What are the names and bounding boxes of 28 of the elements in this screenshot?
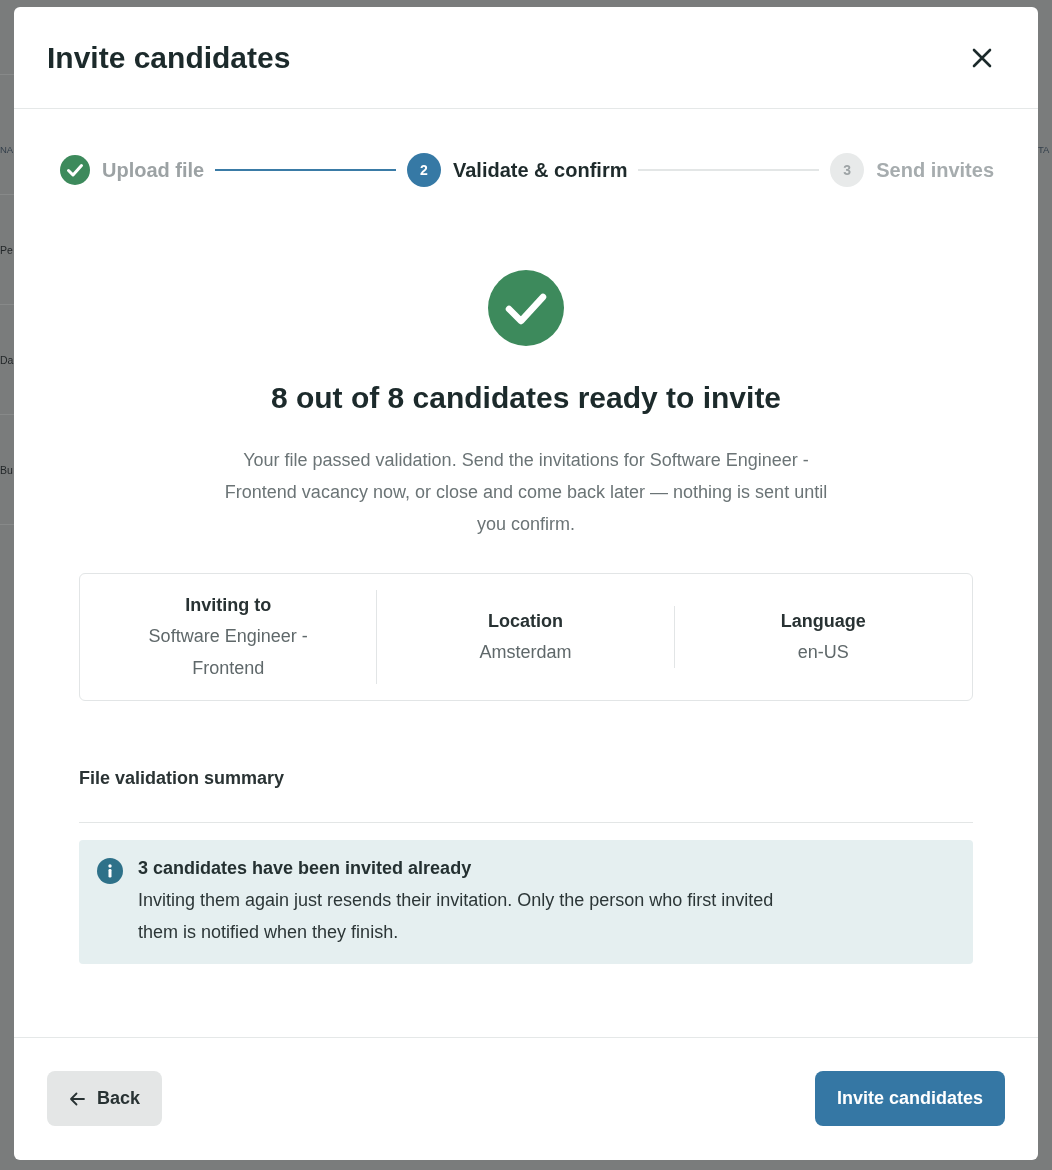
background-row-text: Da (0, 352, 14, 367)
alert-message: Inviting them again just resends their invitation. Only the person who first invited them is notified when they finish. (138, 889, 775, 944)
step-label: Validate & confirm (452, 158, 628, 182)
success-check-icon (488, 270, 564, 346)
arrow-left-icon (69, 1090, 85, 1107)
detail-label: Location (488, 610, 563, 633)
detail-label: Language (780, 610, 866, 633)
result-message: Your file passed validation. Send the invitations for Software Engineer - Frontend vacancy now, or close and come back later — nothing is sent until you confirm. (223, 449, 829, 536)
step-label: Send invites (876, 158, 994, 182)
background-column-header: NA (0, 143, 14, 157)
detail-value: Amsterdam (479, 641, 572, 664)
alert-title: 3 candidates have been invited already (138, 857, 472, 880)
section-title: File validation summary (79, 767, 286, 789)
close-icon (971, 46, 993, 69)
detail-label: Inviting to (185, 594, 272, 617)
background-row-text: Pe (0, 242, 13, 257)
info-icon (97, 858, 123, 884)
detail-value: en-US (797, 641, 849, 664)
invite-button[interactable]: Invite candidates (814, 1071, 1005, 1126)
dialog-title: Invite candidates (47, 40, 291, 75)
step-label: Upload file (102, 158, 205, 182)
background-column-header: TA (1038, 143, 1050, 157)
step-number: 2 (406, 153, 441, 187)
step-number: 3 (830, 153, 865, 187)
detail-value: Software Engineer - Frontend (147, 625, 309, 680)
back-button[interactable]: Back (47, 1071, 163, 1126)
background-row-text: Bu (0, 462, 13, 477)
result-heading: 8 out of 8 candidates ready to invite (269, 380, 783, 416)
